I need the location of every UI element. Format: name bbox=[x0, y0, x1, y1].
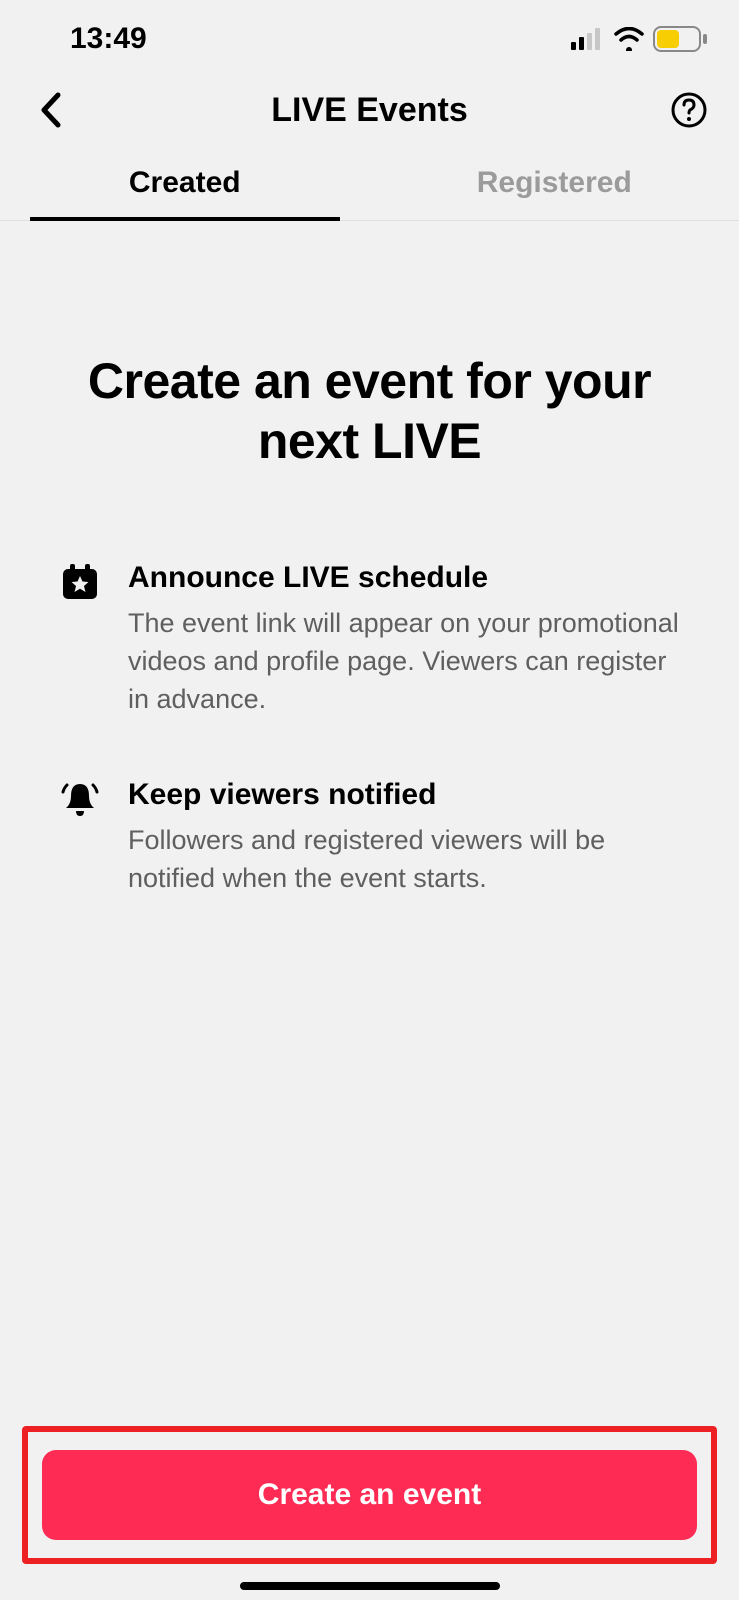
tab-registered[interactable]: Registered bbox=[370, 150, 739, 220]
tabs: Created Registered bbox=[0, 150, 739, 221]
create-event-button[interactable]: Create an event bbox=[42, 1450, 697, 1540]
feature-announce-title: Announce LIVE schedule bbox=[128, 561, 679, 595]
page-title: LIVE Events bbox=[271, 91, 468, 130]
feature-announce-desc: The event link will appear on your promo… bbox=[128, 605, 679, 718]
calendar-star-icon bbox=[60, 563, 100, 603]
main-content: Create an event for your next LIVE Annou… bbox=[0, 221, 739, 898]
footer: Create an event bbox=[22, 1426, 717, 1564]
feature-notify: Keep viewers notified Followers and regi… bbox=[60, 778, 679, 898]
headline: Create an event for your next LIVE bbox=[60, 351, 679, 471]
chevron-left-icon bbox=[38, 91, 62, 129]
status-time: 13:49 bbox=[70, 22, 147, 56]
status-icons bbox=[571, 26, 709, 52]
nav-header: LIVE Events bbox=[0, 70, 739, 150]
feature-announce-text: Announce LIVE schedule The event link wi… bbox=[128, 561, 679, 718]
feature-notify-text: Keep viewers notified Followers and regi… bbox=[128, 778, 679, 898]
battery-icon bbox=[653, 26, 709, 52]
feature-notify-desc: Followers and registered viewers will be… bbox=[128, 822, 679, 898]
feature-notify-title: Keep viewers notified bbox=[128, 778, 679, 812]
tab-created[interactable]: Created bbox=[0, 150, 370, 220]
feature-announce: Announce LIVE schedule The event link wi… bbox=[60, 561, 679, 718]
help-button[interactable] bbox=[669, 90, 709, 130]
wifi-icon bbox=[613, 27, 645, 51]
signal-icon bbox=[571, 28, 605, 50]
bell-icon bbox=[60, 780, 100, 820]
home-indicator[interactable] bbox=[240, 1582, 500, 1590]
highlighted-area: Create an event bbox=[22, 1426, 717, 1564]
question-circle-icon bbox=[670, 91, 708, 129]
status-bar: 13:49 bbox=[0, 0, 739, 70]
back-button[interactable] bbox=[30, 90, 70, 130]
